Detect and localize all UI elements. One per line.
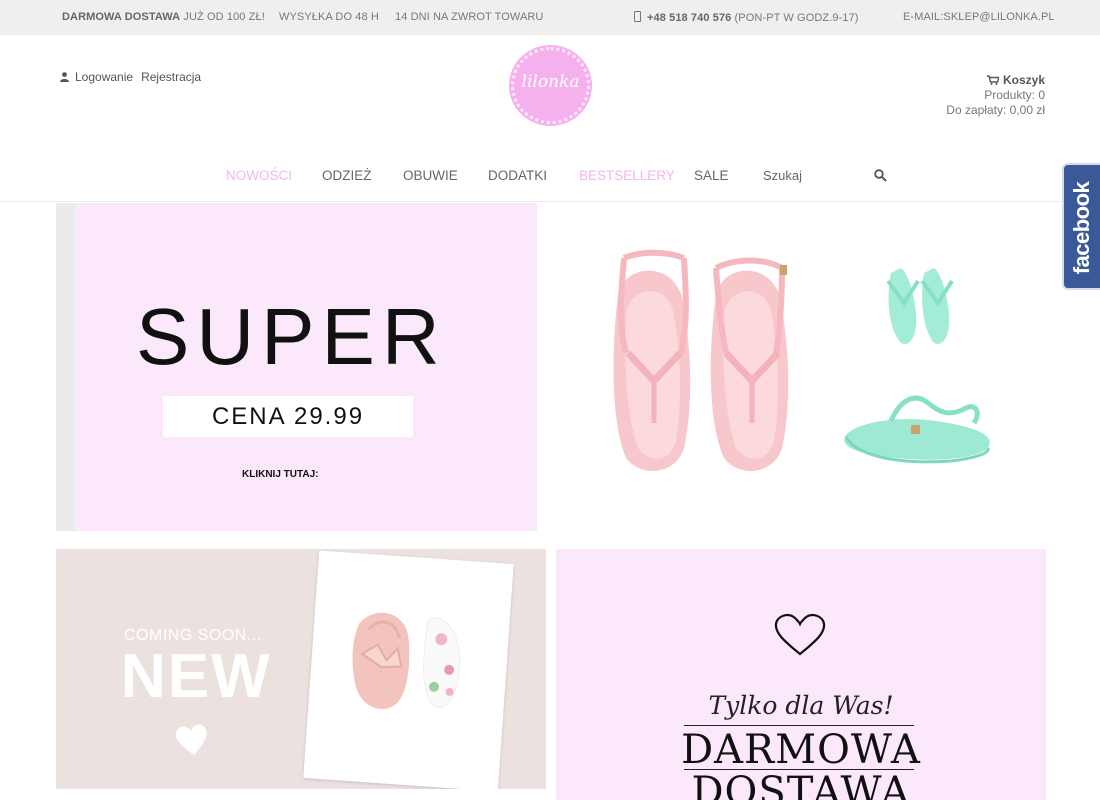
super-title: SUPER <box>136 292 447 381</box>
search-icon[interactable] <box>874 169 887 182</box>
logo-text: lilonka <box>521 72 580 92</box>
facebook-label: facebook <box>1069 181 1094 275</box>
free-delivery-line2: DOSTAWA <box>691 769 911 800</box>
coming-soon-banner[interactable]: COMING SOON... NEW <box>56 549 546 789</box>
nav-item-sale[interactable]: SALE <box>694 168 729 183</box>
nav-item-dodatki[interactable]: DODATKI <box>488 168 547 183</box>
pink-sandal-right <box>710 257 789 471</box>
price-box: CENA 29.99 <box>163 396 413 437</box>
returns-info: 14 DNI NA ZWROT TOWARU <box>395 11 544 23</box>
nav-item-bestsellery[interactable]: BESTSELLERY <box>579 168 675 183</box>
cart-products-count: Produkty: 0 <box>984 88 1045 102</box>
mint-sandal-bottom <box>844 395 990 464</box>
sandals-image <box>613 249 990 471</box>
free-delivery-banner[interactable]: Tylko dla Was! DARMOWA DOSTAWA <box>556 549 1046 800</box>
phone-icon <box>634 11 641 22</box>
nav-item-nowosci[interactable]: NOWOŚCI <box>226 168 292 183</box>
cart-summary[interactable]: Koszyk Produkty: 0 Do zapłaty: 0,00 zł <box>946 73 1045 118</box>
shoe-illustration <box>352 612 461 710</box>
search-input[interactable]: Szukaj <box>763 168 802 183</box>
facebook-tab[interactable]: facebook <box>1062 163 1100 290</box>
cart-total: Do zapłaty: 0,00 zł <box>946 103 1045 117</box>
account-links: Logowanie Rejestracja <box>60 70 209 84</box>
click-here-label[interactable]: KLIKNIJ TUTAJ: <box>242 469 318 480</box>
cart-title: Koszyk <box>1002 73 1045 87</box>
shoe-photo <box>303 550 514 789</box>
pink-sandal-left <box>613 249 691 471</box>
cart-title-row[interactable]: Koszyk <box>946 73 1045 88</box>
new-text: NEW <box>121 642 272 711</box>
free-delivery-line1: DARMOWA <box>681 727 921 773</box>
login-link[interactable]: Logowanie <box>75 70 133 84</box>
banner-side-strip <box>56 203 75 531</box>
shipping-time-info: WYSYŁKA DO 48 H <box>279 11 379 23</box>
nav-item-odziez[interactable]: ODZIEŻ <box>322 168 372 183</box>
only-for-you-tagline: Tylko dla Was! <box>708 691 894 720</box>
email-contact[interactable]: E-MAIL:SKLEP@LILONKA.PL <box>903 11 1055 23</box>
free-shipping-info: DARMOWA DOSTAWA JUŻ OD 100 ZŁ! <box>62 11 265 23</box>
cart-icon <box>986 75 999 85</box>
user-icon <box>60 72 69 82</box>
heart-outline-icon <box>774 614 826 656</box>
mint-sandals-top <box>886 268 954 344</box>
register-link[interactable]: Rejestracja <box>141 70 201 84</box>
phone-contact[interactable]: +48 518 740 576 (PON-PT W GODZ.9-17) <box>634 11 859 24</box>
heart-icon <box>175 724 207 755</box>
divider-line <box>684 725 914 726</box>
top-info-bar: DARMOWA DOSTAWA JUŻ OD 100 ZŁ! WYSYŁKA D… <box>0 0 1100 35</box>
super-price-banner[interactable]: SUPER CENA 29.99 KLIKNIJ TUTAJ: <box>56 203 537 531</box>
main-nav: NOWOŚCI ODZIEŻ OBUWIE DODATKI BESTSELLER… <box>0 152 1100 202</box>
sandals-banner[interactable] <box>556 203 1046 531</box>
site-logo[interactable]: lilonka <box>509 45 592 126</box>
nav-item-obuwie[interactable]: OBUWIE <box>403 168 458 183</box>
